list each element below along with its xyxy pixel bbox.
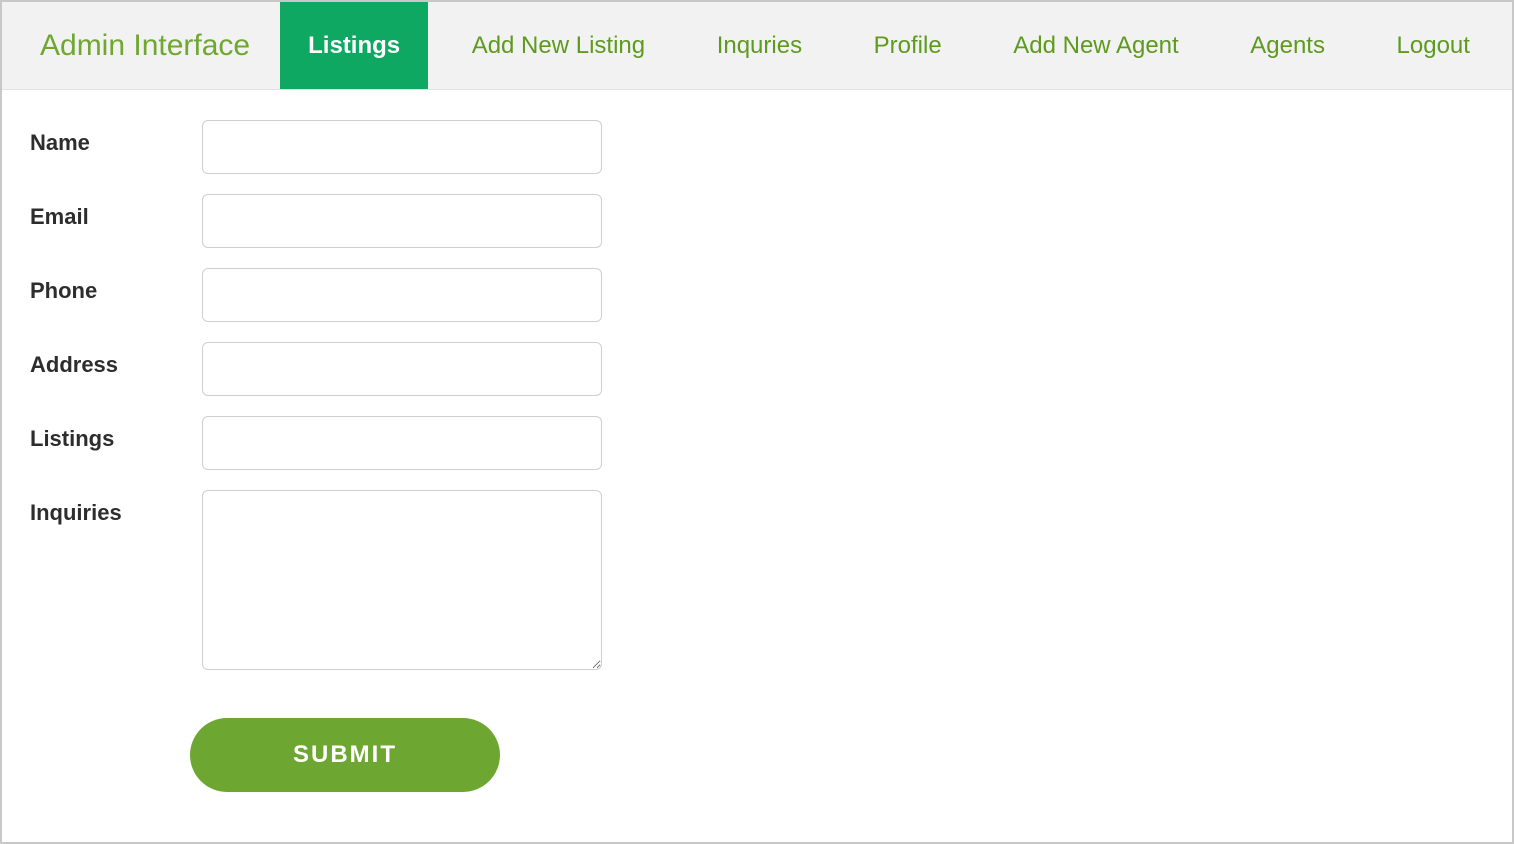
- phone-field[interactable]: [202, 268, 602, 322]
- form-area: Name Email Phone Address Listings Inquir…: [2, 90, 1512, 792]
- brand-title: Admin Interface: [2, 2, 280, 89]
- label-name: Name: [30, 120, 202, 156]
- row-listings: Listings: [30, 416, 1512, 470]
- nav-agents[interactable]: Agents: [1222, 2, 1353, 89]
- listings-field[interactable]: [202, 416, 602, 470]
- email-field[interactable]: [202, 194, 602, 248]
- row-name: Name: [30, 120, 1512, 174]
- nav-profile[interactable]: Profile: [846, 2, 970, 89]
- nav-logout[interactable]: Logout: [1369, 2, 1498, 89]
- nav-add-new-listing[interactable]: Add New Listing: [444, 2, 673, 89]
- name-field[interactable]: [202, 120, 602, 174]
- label-phone: Phone: [30, 268, 202, 304]
- row-phone: Phone: [30, 268, 1512, 322]
- submit-row: SUBMIT: [30, 690, 1512, 792]
- label-email: Email: [30, 194, 202, 230]
- nav-inquries[interactable]: Inquries: [689, 2, 830, 89]
- row-address: Address: [30, 342, 1512, 396]
- label-address: Address: [30, 342, 202, 378]
- row-inquiries: Inquiries: [30, 490, 1512, 670]
- nav-listings[interactable]: Listings: [280, 2, 428, 89]
- label-inquiries: Inquiries: [30, 490, 202, 526]
- row-email: Email: [30, 194, 1512, 248]
- address-field[interactable]: [202, 342, 602, 396]
- topbar: Admin Interface Listings Add New Listing…: [2, 2, 1512, 90]
- nav-add-new-agent[interactable]: Add New Agent: [985, 2, 1206, 89]
- inquiries-field[interactable]: [202, 490, 602, 670]
- main-nav: Listings Add New Listing Inquries Profil…: [280, 2, 1498, 89]
- submit-button[interactable]: SUBMIT: [190, 718, 500, 792]
- label-listings: Listings: [30, 416, 202, 452]
